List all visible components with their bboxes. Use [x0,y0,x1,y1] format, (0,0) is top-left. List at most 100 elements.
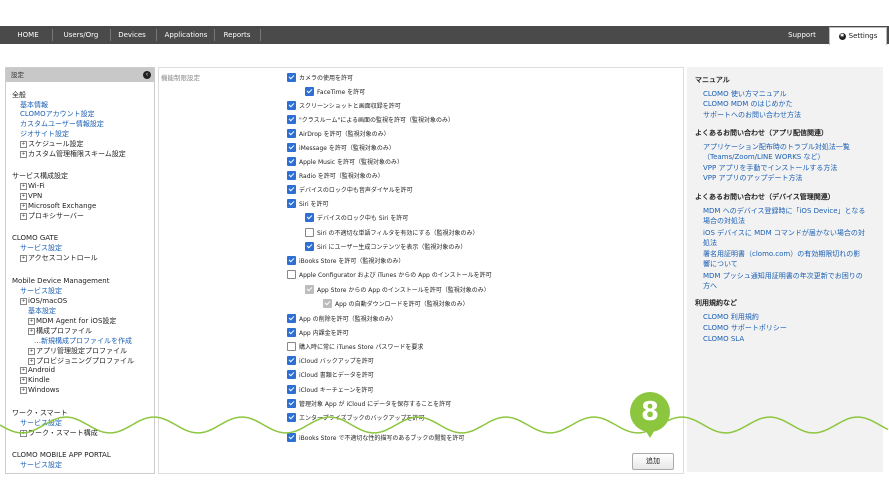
sidebar-item-label: Windows [28,386,60,394]
help-link[interactable]: サポートへのお問い合わせ方法 [703,111,801,120]
help-link[interactable]: アプリケーション配布時のトラブル対処法一覧 [703,143,850,152]
sidebar-item[interactable]: ジオサイト設定 [20,130,69,139]
collapse-icon[interactable]: ‹ [143,71,151,79]
sidebar-item[interactable]: + Windows [20,386,59,395]
sidebar-item[interactable]: + MDM Agent for iOS設定 [28,317,116,326]
sidebar-item[interactable]: + プロキシサーバー [20,212,84,221]
sidebar-item[interactable]: サービス設定 [20,287,62,296]
sidebar-item[interactable]: + iOS/macOS [20,297,67,306]
restriction-checkbox[interactable] [287,342,296,351]
expand-icon[interactable]: + [20,192,27,200]
help-link[interactable]: MDM へのデバイス登録時に「iOS Device」となる [703,207,865,216]
expand-icon[interactable]: + [20,366,27,374]
sidebar-item[interactable]: 基本情報 [20,101,48,110]
restriction-label: App の削除を許可（監視対象のみ） [299,316,397,323]
restriction-checkbox[interactable] [287,356,296,365]
restriction-label: App の自動ダウンロードを許可（監視対象のみ） [335,301,469,308]
expand-icon[interactable]: + [20,150,27,158]
sidebar-item[interactable]: + カスタム管理権限スキーム設定 [20,150,126,159]
restriction-label: カメラの使用を許可 [299,75,354,82]
help-link[interactable]: （Teams/Zoom/LINE WORKS など） [703,153,824,162]
restriction-label: iMessage を許可（監視対象のみ） [299,145,395,152]
restriction-checkbox[interactable] [287,185,296,194]
sidebar-item[interactable]: + VPN [20,192,42,201]
sidebar-item[interactable]: CLOMOアカウント設定 [20,110,95,119]
nav-devices[interactable]: Devices [114,26,150,44]
restriction-checkbox[interactable] [287,385,296,394]
restriction-checkbox[interactable] [287,129,296,138]
sidebar-item[interactable]: サービス設定 [20,244,62,253]
sidebar-item[interactable]: サービス設定 [20,461,62,470]
help-link[interactable]: 響について [703,260,738,269]
restriction-checkbox[interactable] [287,370,296,379]
restriction-checkbox[interactable] [287,115,296,124]
restriction-checkbox[interactable] [287,157,296,166]
help-link[interactable]: MDM プッシュ通知用証明書の年次更新でお困りの [703,272,863,281]
nav-settings-tab[interactable]: ✱ Settings [829,27,887,45]
nav-reports[interactable]: Reports [218,26,256,44]
sidebar-section-heading: CLOMO MOBILE APP PORTAL [12,451,111,460]
restriction-checkbox[interactable] [287,314,296,323]
expand-icon[interactable]: + [28,347,35,355]
nav-applications[interactable]: Applications [160,26,212,44]
restriction-checkbox[interactable] [287,73,296,82]
sidebar-item[interactable]: + Wi-Fi [20,182,45,191]
help-link[interactable]: CLOMO SLA [703,335,744,344]
sidebar-item-label: プロビジョニングプロファイル [36,357,134,365]
sidebar-item[interactable]: + 構成プロファイル [28,327,92,336]
expand-icon[interactable]: + [28,327,35,335]
sidebar-item[interactable]: + Microsoft Exchange [20,202,96,211]
expand-icon[interactable]: + [20,376,27,384]
help-link[interactable]: CLOMO サポートポリシー [703,324,787,333]
sidebar-item[interactable]: カスタムユーザー情報設定 [20,120,104,129]
restriction-checkbox[interactable] [287,143,296,152]
nav-users-org[interactable]: Users/Org [56,26,106,44]
restriction-checkbox[interactable] [305,228,314,237]
restriction-label: App 内課金を許可 [299,330,349,337]
restriction-option: 購入時に常に iTunes Store パスワードを要求 [287,342,423,352]
sidebar-item[interactable]: …新規構成プロファイルを作成 [34,337,132,346]
sidebar-item[interactable]: + スケジュール設定 [20,140,84,149]
sidebar-item[interactable]: + アクセスコントロール [20,254,98,263]
restriction-checkbox[interactable] [287,328,296,337]
expand-icon[interactable]: + [20,212,27,220]
restriction-option: App の削除を許可（監視対象のみ） [287,314,397,324]
restriction-checkbox[interactable] [287,199,296,208]
expand-icon[interactable]: + [20,182,27,190]
sidebar-item[interactable]: + アプリ管理設定プロファイル [28,347,127,356]
add-button[interactable]: 追加 [632,453,674,470]
expand-icon[interactable]: + [20,297,27,305]
expand-icon[interactable]: + [20,202,27,210]
sidebar-item[interactable]: + プロビジョニングプロファイル [28,357,134,366]
help-link[interactable]: iOS デバイスに MDM コマンドが届かない場合の対 [703,229,865,238]
nav-home[interactable]: HOME [8,26,48,44]
help-link[interactable]: 処法 [703,239,717,248]
restriction-checkbox[interactable] [287,270,296,279]
restriction-checkbox[interactable] [305,242,314,251]
sidebar-item[interactable]: + Kindle [20,376,50,385]
sidebar-item-label: サービス設定 [20,244,62,252]
restriction-checkbox[interactable] [287,171,296,180]
restriction-checkbox[interactable] [305,87,314,96]
sidebar-item[interactable]: + Android [20,366,55,375]
restriction-checkbox[interactable] [287,101,296,110]
help-link[interactable]: CLOMO MDM のはじめかた [703,100,793,109]
nav-support[interactable]: Support [784,26,820,44]
expand-icon[interactable]: + [20,254,27,262]
help-link[interactable]: 場合の対処法 [703,217,745,226]
sidebar-item-label: Wi-Fi [28,182,45,190]
restriction-option: デバイスのロック中も音声ダイヤルを許可 [287,185,413,195]
help-link[interactable]: 署名用証明書（clomo.com）の有効期限切れの影 [703,250,860,259]
restriction-checkbox[interactable] [305,213,314,222]
help-link[interactable]: 方へ [703,282,717,291]
expand-icon[interactable]: + [20,140,27,148]
expand-icon[interactable]: + [28,357,35,365]
sidebar-item[interactable]: 基本設定 [28,307,56,316]
expand-icon[interactable]: + [28,317,35,325]
help-link[interactable]: CLOMO 利用規約 [703,313,759,322]
help-link[interactable]: VPP アプリを手動でインストールする方法 [703,164,837,173]
help-link[interactable]: CLOMO 使い方マニュアル [703,90,787,99]
help-link[interactable]: VPP アプリのアップデート方法 [703,174,802,183]
restriction-checkbox[interactable] [287,256,296,265]
expand-icon[interactable]: + [20,386,27,394]
